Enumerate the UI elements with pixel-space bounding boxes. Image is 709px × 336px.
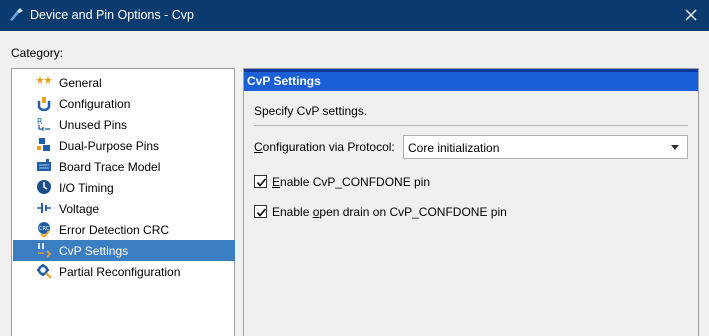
unused-pins-icon: R: [37, 117, 50, 131]
sidebar-item-label: Unused Pins: [59, 118, 128, 132]
label-post: pen drain on CvP_CONFDONE pin: [319, 205, 507, 219]
sidebar-item-label: CvP Settings: [59, 244, 129, 258]
dual-purpose-pins-icon: [37, 138, 50, 151]
label-pre: Enable: [272, 205, 313, 219]
title-bar: Device and Pin Options - Cvp: [0, 0, 709, 31]
sidebar-item-label: Error Detection CRC: [59, 223, 170, 237]
sidebar-item-io-timing[interactable]: I/O Timing: [13, 177, 235, 198]
protocol-select[interactable]: Core initialization: [403, 135, 688, 159]
checkbox-label: Enable open drain on CvP_CONFDONE pin: [272, 205, 507, 219]
cvp-settings-icon: [38, 243, 52, 258]
cvp-settings-panel: CvP Settings Specify CvP settings. Confi…: [243, 68, 699, 336]
sidebar-item-general[interactable]: General: [13, 72, 235, 93]
clock-icon: [37, 180, 51, 194]
checkmark-icon: [256, 208, 267, 217]
sidebar-item-configuration[interactable]: Configuration: [13, 93, 235, 114]
sidebar-item-error-detection-crc[interactable]: CRC Error Detection CRC: [13, 219, 235, 240]
partial-reconfiguration-icon: [37, 264, 52, 279]
sidebar-item-label: I/O Timing: [59, 181, 114, 195]
divider: [254, 125, 688, 126]
panel-title: CvP Settings: [247, 74, 321, 88]
sidebar-item-voltage[interactable]: Voltage: [13, 198, 235, 219]
protocol-select-value: Core initialization: [408, 141, 500, 155]
sidebar-item-label: Dual-Purpose Pins: [59, 139, 160, 153]
category-tree[interactable]: General Configuration R Unused Pins Dual…: [11, 68, 235, 336]
sidebar-item-label: Voltage: [59, 202, 100, 216]
category-label: Category:: [11, 46, 64, 60]
panel-header: CvP Settings: [244, 69, 698, 91]
panel-description: Specify CvP settings.: [254, 104, 368, 118]
checkbox-box[interactable]: [254, 175, 267, 188]
sidebar-item-cvp-settings[interactable]: CvP Settings: [13, 240, 235, 261]
sidebar-item-label: Configuration: [59, 97, 131, 111]
sidebar-item-label: General: [59, 76, 102, 90]
sidebar-item-label: Board Trace Model: [59, 160, 161, 174]
checkbox-label: Enable CvP_CONFDONE pin: [272, 175, 430, 189]
mnemonic: C: [254, 140, 263, 154]
error-detection-icon: CRC: [38, 222, 50, 237]
sidebar-item-label: Partial Reconfiguration: [59, 265, 181, 279]
sidebar-item-dual-purpose-pins[interactable]: Dual-Purpose Pins: [13, 135, 235, 156]
header-accent-line: [244, 69, 698, 72]
board-trace-icon: [37, 159, 51, 171]
stars-icon: [36, 76, 52, 84]
chevron-down-icon: [671, 145, 679, 150]
window-title: Device and Pin Options - Cvp: [30, 8, 194, 22]
quartus-icon: [10, 8, 23, 21]
configuration-icon: [37, 97, 51, 111]
protocol-label-text: onfiguration via Protocol:: [262, 140, 395, 154]
sidebar-item-unused-pins[interactable]: R Unused Pins: [13, 114, 235, 135]
protocol-label: Configuration via Protocol:: [254, 140, 395, 154]
checkmark-icon: [256, 178, 267, 187]
sidebar-item-partial-reconfiguration[interactable]: Partial Reconfiguration: [13, 261, 235, 282]
close-icon[interactable]: [681, 5, 701, 25]
svg-text:R: R: [37, 117, 43, 126]
mnemonic: E: [272, 175, 281, 189]
checkbox-box[interactable]: [254, 205, 267, 218]
label-post: nable CvP_CONFDONE pin: [280, 175, 431, 189]
sidebar-item-board-trace-model[interactable]: Board Trace Model: [13, 156, 235, 177]
voltage-icon: [37, 203, 51, 213]
